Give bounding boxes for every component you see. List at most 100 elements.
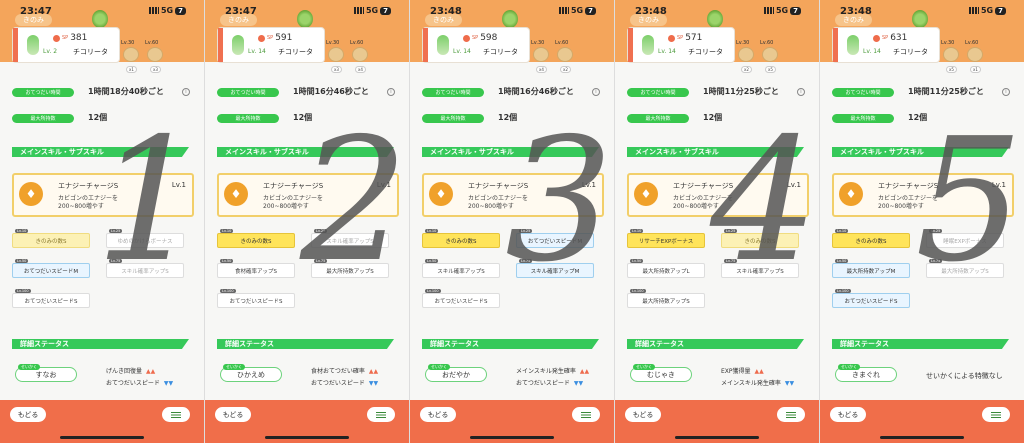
ingredient-icon bbox=[147, 47, 163, 62]
ingredient-count: x3 bbox=[331, 66, 342, 73]
arrow-down-icon: ▼▼ bbox=[368, 380, 379, 387]
nature-effect: メインスキル発生確率 ▼▼ bbox=[721, 378, 794, 387]
info-icon[interactable]: i bbox=[182, 88, 190, 96]
pokemon-card[interactable]: SP 571 Lv. 14 チコリータ bbox=[627, 27, 735, 63]
sub-skill-unlock-level: Lv.50 bbox=[220, 259, 234, 263]
sp-label: SP bbox=[62, 35, 69, 41]
pokemon-card[interactable]: SP 598 Lv. 14 チコリータ bbox=[422, 27, 530, 63]
sub-skill-button[interactable]: 最大所持数アップM bbox=[832, 263, 910, 278]
sub-skill-button[interactable]: 食材確率アップS bbox=[217, 263, 295, 278]
sub-skill-button[interactable]: おてつだいスピードS bbox=[217, 293, 295, 308]
section-header-details: 詳細ステータス bbox=[832, 339, 1009, 349]
screen-panel: 23:48 5G 7 きのみ SP 598 Lv. 14 チコリータ Lv.30 x4 Lv.60 x… bbox=[410, 0, 615, 443]
ingredient-slot[interactable]: Lv.30 x3 bbox=[326, 40, 346, 73]
ingredient-count: x2 bbox=[741, 66, 752, 73]
sp-display: SP 571 bbox=[668, 33, 702, 43]
nature-badge[interactable]: せいかく おだやか bbox=[425, 364, 487, 382]
bottom-bar: もどる bbox=[0, 400, 204, 443]
ingredient-count: x5 bbox=[946, 66, 957, 73]
sub-skill-button[interactable]: きのみの数S bbox=[422, 233, 500, 248]
stat-label: おてつだい時間 bbox=[422, 87, 484, 97]
stat-row: 最大所持数 bbox=[12, 113, 74, 123]
nature-name: むじゃき bbox=[647, 370, 675, 379]
pokemon-card[interactable]: SP 591 Lv. 14 チコリータ bbox=[217, 27, 325, 63]
stat-label: 最大所持数 bbox=[217, 113, 279, 123]
nature-badge[interactable]: せいかく むじゃき bbox=[630, 364, 692, 382]
ingredient-icon bbox=[123, 47, 139, 62]
hamburger-icon bbox=[991, 411, 1001, 418]
sub-skill-button[interactable]: おてつだいスピードS bbox=[832, 293, 910, 308]
nature-badge[interactable]: せいかく きまぐれ bbox=[835, 364, 897, 382]
ingredient-slot[interactable]: Lv.30 x5 bbox=[941, 40, 961, 73]
menu-button[interactable] bbox=[572, 407, 600, 422]
ingredient-slot[interactable]: Lv.30 x2 bbox=[736, 40, 756, 73]
sub-skill-button[interactable]: おてつだいスピードS bbox=[12, 293, 90, 308]
back-button[interactable]: もどる bbox=[830, 407, 866, 422]
back-button[interactable]: もどる bbox=[215, 407, 251, 422]
menu-button[interactable] bbox=[367, 407, 395, 422]
info-icon[interactable]: i bbox=[1002, 88, 1010, 96]
ingredient-slot[interactable]: Lv.60 x4 bbox=[350, 40, 370, 73]
section-header-details: 詳細ステータス bbox=[627, 339, 804, 349]
stat-label: 最大所持数 bbox=[832, 113, 894, 123]
info-icon[interactable]: i bbox=[387, 88, 395, 96]
info-icon[interactable]: i bbox=[797, 88, 805, 96]
stat-row: 最大所持数 bbox=[627, 113, 689, 123]
stat-row: 最大所持数 bbox=[832, 113, 894, 123]
pokemon-card[interactable]: SP 381 Lv. 2 チコリータ bbox=[12, 27, 120, 63]
sub-skill-button[interactable]: きのみの数S bbox=[12, 233, 90, 248]
signal-icon bbox=[148, 7, 159, 14]
ingredient-slot[interactable]: Lv.60 x1 bbox=[965, 40, 985, 73]
sub-skill-button[interactable]: 最大所持数アップS bbox=[627, 293, 705, 308]
ingredient-slot[interactable]: Lv.60 x3 bbox=[145, 40, 165, 73]
nature-effect-label: EXP獲得量 bbox=[721, 368, 751, 375]
ingredients: Lv.30 x3 Lv.60 x4 bbox=[326, 40, 370, 73]
nature-effect-label: メインスキル発生確率 bbox=[516, 368, 576, 375]
nature-badge[interactable]: せいかく ひかえめ bbox=[220, 364, 282, 382]
sp-display: SP 598 bbox=[463, 33, 497, 43]
sub-skill-button[interactable]: リサーチEXPボーナス bbox=[627, 233, 705, 248]
card-stripe bbox=[13, 28, 18, 62]
battery-icon: 7 bbox=[995, 6, 1006, 15]
ingredient-slot[interactable]: Lv.30 x1 bbox=[121, 40, 141, 73]
stat-row: 最大所持数 bbox=[422, 113, 484, 123]
nature-name: ひかえめ bbox=[237, 370, 265, 379]
menu-button[interactable] bbox=[982, 407, 1010, 422]
network-label: 5G bbox=[365, 6, 379, 15]
home-indicator bbox=[60, 436, 144, 439]
pokemon-name: チコリータ bbox=[278, 48, 313, 56]
nature-effect: げんき回復量 ▲▲ bbox=[106, 366, 155, 375]
ingredient-slot[interactable]: Lv.60 x5 bbox=[760, 40, 780, 73]
back-button[interactable]: もどる bbox=[10, 407, 46, 422]
arrow-up-icon: ▲▲ bbox=[368, 368, 379, 375]
sub-skill-button[interactable]: きのみの数S bbox=[217, 233, 295, 248]
sub-skill-button[interactable]: スキル確率アップS bbox=[422, 263, 500, 278]
sp-label: SP bbox=[267, 35, 274, 41]
menu-button[interactable] bbox=[777, 407, 805, 422]
sub-skill-button[interactable]: おてつだいスピードM bbox=[12, 263, 90, 278]
type-tag: きのみ bbox=[15, 14, 52, 26]
info-icon[interactable]: i bbox=[592, 88, 600, 96]
ingredient-slot[interactable]: Lv.30 x4 bbox=[531, 40, 551, 73]
salad-icon bbox=[297, 10, 313, 28]
pokemon-name: チコリータ bbox=[893, 48, 928, 56]
pokemon-card[interactable]: SP 631 Lv. 14 チコリータ bbox=[832, 27, 940, 63]
nature-effect-label: メインスキル発生確率 bbox=[721, 380, 781, 387]
sub-skill-button[interactable]: おてつだいスピードS bbox=[422, 293, 500, 308]
sub-skill-button[interactable]: きのみの数S bbox=[832, 233, 910, 248]
ingredient-icon bbox=[967, 47, 983, 62]
signal-icon bbox=[968, 7, 979, 14]
pokemon-sprite-icon bbox=[437, 35, 449, 55]
sp-dot-icon bbox=[668, 34, 675, 42]
nature-effect-label: おてつだいスピード bbox=[311, 380, 365, 387]
back-button[interactable]: もどる bbox=[625, 407, 661, 422]
nature-badge[interactable]: せいかく すなお bbox=[15, 364, 77, 382]
ingredient-slot[interactable]: Lv.60 x2 bbox=[555, 40, 575, 73]
back-button[interactable]: もどる bbox=[420, 407, 456, 422]
flame-icon: ♦ bbox=[429, 182, 453, 206]
menu-button[interactable] bbox=[162, 407, 190, 422]
home-indicator bbox=[880, 436, 964, 439]
nature-effect-label: げんき回復量 bbox=[106, 368, 143, 375]
stat-row: おてつだい時間 bbox=[12, 87, 74, 97]
sub-skill-button[interactable]: 最大所持数アップL bbox=[627, 263, 705, 278]
